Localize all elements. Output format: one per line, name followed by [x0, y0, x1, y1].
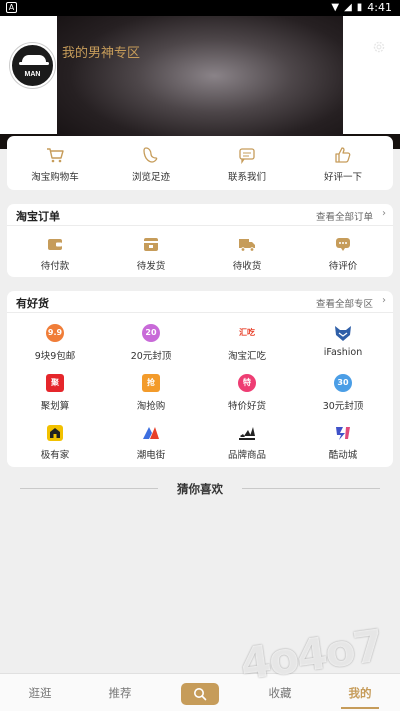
chevron-right-icon: › [382, 208, 386, 219]
quick-action-label: 联系我们 [227, 172, 266, 183]
quick-action-contact[interactable]: 联系我们 [199, 145, 295, 183]
zone-flash-sale[interactable]: 抢 淘抢购 [103, 373, 199, 412]
te-icon: 特 [238, 374, 256, 392]
order-pending-payment[interactable]: 待付款 [7, 234, 103, 272]
avatar-text: MAN [24, 71, 41, 78]
truck-icon [239, 239, 255, 252]
tab-mine[interactable]: 我的 [330, 685, 390, 701]
zone-label: 特价好货 [227, 401, 266, 412]
order-label: 待发货 [136, 261, 166, 272]
zone-label: 潮电街 [136, 450, 166, 461]
wallet-icon [48, 239, 62, 250]
badge-9-9-icon: 9.9 [46, 324, 64, 342]
zone-label: 淘宝汇吃 [227, 351, 266, 362]
zone-label: 极有家 [40, 450, 70, 461]
order-label: 待付款 [40, 261, 70, 272]
orders-header: 淘宝订单 查看全部订单 › [7, 204, 393, 226]
good-stuff-title: 有好货 [16, 297, 49, 310]
footprint-icon [143, 147, 158, 163]
comment-icon [336, 238, 350, 251]
order-label: 待评价 [328, 261, 358, 272]
quick-action-cart[interactable]: 淘宝购物车 [7, 145, 103, 183]
thumbs-up-icon [335, 147, 351, 163]
hero-background-image [57, 16, 343, 149]
home-icon [47, 425, 63, 441]
qiang-icon: 抢 [142, 374, 160, 392]
zone-juhuasuan[interactable]: 聚 聚划算 [7, 373, 103, 412]
badge-30-icon: 30 [334, 374, 352, 392]
zone-30-yuan-cap[interactable]: 30 30元封顶 [295, 373, 391, 412]
quick-action-label: 淘宝购物车 [31, 172, 79, 183]
adidas-logo-icon [239, 427, 255, 440]
kudong-logo-icon [336, 427, 350, 440]
chaodian-logo-icon [143, 427, 159, 439]
zone-electronics-street[interactable]: 潮电街 [103, 423, 199, 461]
tab-recommend[interactable]: 推荐 [90, 685, 150, 701]
zone-label: 聚划算 [40, 401, 70, 412]
huichi-logo-icon: 汇吃 [239, 328, 255, 337]
good-stuff-header: 有好货 查看全部专区 › [7, 291, 393, 313]
orders-card: 淘宝订单 查看全部订单 › 待付款 待发货 待收货 待评价 [7, 204, 393, 277]
profile-header: MAN 我的男神专区 [0, 16, 400, 149]
package-icon [144, 238, 158, 251]
ju-icon: 聚 [46, 374, 64, 392]
guess-you-like-heading: 猜你喜欢 [177, 482, 223, 496]
zone-special-price[interactable]: 特 特价好货 [199, 373, 295, 412]
avatar[interactable]: MAN [10, 43, 55, 88]
quick-action-label: 浏览足迹 [131, 172, 170, 183]
view-all-zones-link[interactable]: 查看全部专区 [316, 296, 373, 310]
gear-icon[interactable] [372, 40, 386, 54]
active-tab-indicator [341, 707, 379, 709]
zone-9-9-free-shipping[interactable]: 9.9 9块9包邮 [7, 323, 103, 362]
divider-right [242, 488, 380, 489]
orders-title: 淘宝订单 [16, 210, 60, 223]
zone-label: 酷动城 [328, 450, 358, 461]
zone-jiyoujia[interactable]: 极有家 [7, 423, 103, 461]
quick-action-rate[interactable]: 好评一下 [295, 145, 391, 183]
wifi-icon: ▼ [331, 2, 340, 13]
search-button[interactable] [181, 683, 219, 705]
quick-actions-card: 淘宝购物车 浏览足迹 联系我们 好评一下 [7, 136, 393, 190]
order-to-review[interactable]: 待评价 [295, 234, 391, 272]
order-label: 待收货 [232, 261, 262, 272]
zone-brand-goods[interactable]: 品牌商品 [199, 423, 295, 461]
status-bar: A ▼ ◢ ▮ 4:41 [0, 0, 400, 16]
good-stuff-card: 有好货 查看全部专区 › 9.9 9块9包邮 20 20元封顶 汇吃 淘宝汇吃 … [7, 291, 393, 467]
battery-icon: ▮ [356, 2, 363, 13]
order-to-receive[interactable]: 待收货 [199, 234, 295, 272]
zone-20-yuan-cap[interactable]: 20 20元封顶 [103, 323, 199, 362]
zone-label: 9块9包邮 [34, 351, 76, 362]
chevron-right-icon: › [382, 295, 386, 306]
fox-icon [335, 326, 351, 341]
profile-title: 我的男神专区 [62, 46, 141, 61]
quick-action-footprint[interactable]: 浏览足迹 [103, 145, 199, 183]
zone-label: 品牌商品 [227, 450, 266, 461]
zone-taobao-food[interactable]: 汇吃 淘宝汇吃 [199, 323, 295, 362]
chat-icon [239, 148, 255, 165]
signal-icon: ◢ [344, 2, 352, 13]
zone-label: 20元封顶 [130, 351, 172, 362]
badge-20-icon: 20 [142, 324, 160, 342]
view-all-orders-link[interactable]: 查看全部订单 [316, 209, 373, 223]
zone-label: 30元封顶 [322, 401, 364, 412]
notification-icon: A [6, 2, 17, 13]
quick-action-label: 好评一下 [323, 172, 362, 183]
zone-label: 淘抢购 [136, 401, 166, 412]
zone-ifashion[interactable]: iFashion [295, 323, 391, 358]
tab-stroll[interactable]: 逛逛 [10, 685, 70, 701]
cart-icon [47, 148, 64, 163]
bottom-tab-bar: 逛逛 推荐 收藏 我的 [0, 673, 400, 711]
status-time: 4:41 [367, 1, 392, 14]
search-icon [194, 688, 207, 701]
order-to-ship[interactable]: 待发货 [103, 234, 199, 272]
zone-label: iFashion [323, 347, 363, 358]
zone-kudongcheng[interactable]: 酷动城 [295, 423, 391, 461]
